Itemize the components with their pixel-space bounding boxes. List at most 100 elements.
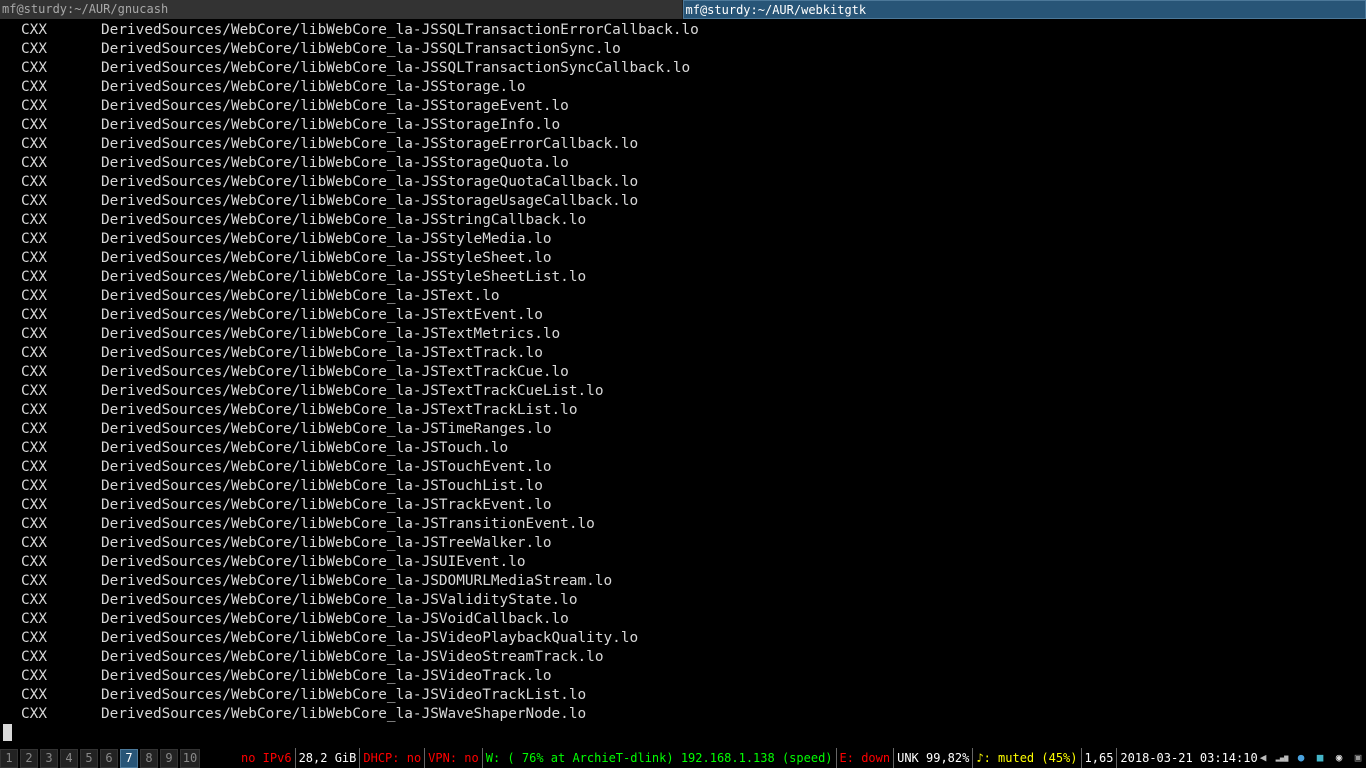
terminal-line: CXX DerivedSources/WebCore/libWebCore_la-… (0, 287, 699, 306)
build-step-tag: CXX (21, 516, 47, 532)
workspace-button-10[interactable]: 10 (180, 749, 200, 768)
app-tray-icon[interactable]: ■ (1312, 750, 1328, 766)
window-tab-webkitgtk[interactable]: mf@sturdy:~/AUR/webkitgtk (682, 0, 1366, 19)
build-output-path: DerivedSources/WebCore/libWebCore_la-JSS… (101, 98, 569, 114)
terminal-line: CXX DerivedSources/WebCore/libWebCore_la-… (0, 382, 699, 401)
build-output-path: DerivedSources/WebCore/libWebCore_la-JSS… (101, 155, 569, 171)
terminal-line: CXX DerivedSources/WebCore/libWebCore_la-… (0, 591, 699, 610)
build-output-path: DerivedSources/WebCore/libWebCore_la-JSV… (101, 687, 587, 703)
terminal-line: CXX DerivedSources/WebCore/libWebCore_la-… (0, 249, 699, 268)
dhcp-status: DHCP: no (360, 748, 426, 768)
status-bar: 1 2 3 4 5 6 7 8 9 10 no IPv6 28,2 GiB DHCP: no VP… (0, 748, 1366, 768)
terminal-line: CXX DerivedSources/WebCore/libWebCore_la-… (0, 477, 699, 496)
terminal-line: CXX DerivedSources/WebCore/libWebCore_la-… (0, 344, 699, 363)
terminal-line: CXX DerivedSources/WebCore/libWebCore_la-… (0, 610, 699, 629)
workspace-button-4[interactable]: 4 (60, 749, 78, 768)
volume-tray-icon[interactable]: ◀ (1255, 750, 1271, 766)
build-output-path: DerivedSources/WebCore/libWebCore_la-JST… (101, 535, 552, 551)
workspace-button-8[interactable]: 8 (140, 749, 158, 768)
build-step-tag: CXX (21, 41, 47, 57)
build-output-path: DerivedSources/WebCore/libWebCore_la-JST… (101, 497, 552, 513)
build-step-tag: CXX (21, 60, 47, 76)
build-output-path: DerivedSources/WebCore/libWebCore_la-JSV… (101, 649, 604, 665)
terminal-line: CXX DerivedSources/WebCore/libWebCore_la-… (0, 401, 699, 420)
build-output-path: DerivedSources/WebCore/libWebCore_la-JSV… (101, 668, 552, 684)
terminal-line: CXX DerivedSources/WebCore/libWebCore_la-… (0, 363, 699, 382)
terminal-line: CXX DerivedSources/WebCore/libWebCore_la-… (0, 515, 699, 534)
build-step-tag: CXX (21, 288, 47, 304)
build-output-path: DerivedSources/WebCore/libWebCore_la-JST… (101, 421, 552, 437)
build-step-tag: CXX (21, 706, 47, 722)
workspace-button-1[interactable]: 1 (0, 749, 18, 768)
terminal-line: CXX DerivedSources/WebCore/libWebCore_la-… (0, 667, 699, 686)
terminal-line: CXX DerivedSources/WebCore/libWebCore_la-… (0, 705, 699, 724)
terminal-line: CXX DerivedSources/WebCore/libWebCore_la-… (0, 553, 699, 572)
terminal-line: CXX DerivedSources/WebCore/libWebCore_la-… (0, 686, 699, 705)
terminal-line: CXX DerivedSources/WebCore/libWebCore_la-… (0, 78, 699, 97)
build-output-path: DerivedSources/WebCore/libWebCore_la-JST… (101, 440, 509, 456)
workspace-button-3[interactable]: 3 (40, 749, 58, 768)
window-tray-icon[interactable]: ▣ (1350, 750, 1366, 766)
build-output-path: DerivedSources/WebCore/libWebCore_la-JSS… (101, 22, 699, 38)
build-step-tag: CXX (21, 421, 47, 437)
status-blocks: no IPv6 28,2 GiB DHCP: no VPN: no W: ( 7… (241, 748, 1261, 768)
workspace-button-5[interactable]: 5 (80, 749, 98, 768)
terminal-line: CXX DerivedSources/WebCore/libWebCore_la-… (0, 496, 699, 515)
terminal-line: CXX DerivedSources/WebCore/libWebCore_la-… (0, 211, 699, 230)
workspace-button-9[interactable]: 9 (160, 749, 178, 768)
build-step-tag: CXX (21, 345, 47, 361)
build-step-tag: CXX (21, 193, 47, 209)
build-output-path: DerivedSources/WebCore/libWebCore_la-JSS… (101, 231, 552, 247)
build-step-tag: CXX (21, 497, 47, 513)
window-tab-label: mf@sturdy:~/AUR/gnucash (2, 2, 169, 16)
terminal-line: CXX DerivedSources/WebCore/libWebCore_la-… (0, 648, 699, 667)
build-step-tag: CXX (21, 174, 47, 190)
terminal-line: CXX DerivedSources/WebCore/libWebCore_la-… (0, 629, 699, 648)
build-output-path: DerivedSources/WebCore/libWebCore_la-JSS… (101, 117, 561, 133)
build-step-tag: CXX (21, 250, 47, 266)
datetime-status: 2018-03-21 03:14:10 (1120, 751, 1258, 765)
workspace-button-2[interactable]: 2 (20, 749, 38, 768)
build-output-path: DerivedSources/WebCore/libWebCore_la-JSV… (101, 592, 578, 608)
workspace-list: 1 2 3 4 5 6 7 8 9 10 (0, 749, 202, 768)
system-tray: ◀ ▂▄▆ ● ■ ◉ ▣ (1252, 750, 1366, 766)
build-step-tag: CXX (21, 440, 47, 456)
build-step-tag: CXX (21, 649, 47, 665)
discord-tray-icon[interactable]: ◉ (1331, 750, 1347, 766)
build-step-tag: CXX (21, 79, 47, 95)
build-step-tag: CXX (21, 668, 47, 684)
build-output-path: DerivedSources/WebCore/libWebCore_la-JSD… (101, 573, 613, 589)
build-output-path: DerivedSources/WebCore/libWebCore_la-JSV… (101, 630, 639, 646)
ethernet-status: E: down (837, 748, 895, 768)
terminal-output[interactable]: CXX DerivedSources/WebCore/libWebCore_la-… (0, 21, 1366, 745)
build-step-tag: CXX (21, 535, 47, 551)
build-output-path: DerivedSources/WebCore/libWebCore_la-JST… (101, 364, 569, 380)
network-signal-tray-icon[interactable]: ▂▄▆ (1274, 750, 1290, 766)
build-output-path: DerivedSources/WebCore/libWebCore_la-JST… (101, 345, 543, 361)
ipv6-status: no IPv6 (241, 748, 296, 768)
terminal-lines: CXX DerivedSources/WebCore/libWebCore_la-… (0, 21, 699, 724)
terminal-line: CXX DerivedSources/WebCore/libWebCore_la-… (0, 572, 699, 591)
terminal-line: CXX DerivedSources/WebCore/libWebCore_la-… (0, 420, 699, 439)
workspace-button-7[interactable]: 7 (120, 749, 138, 768)
build-step-tag: CXX (21, 307, 47, 323)
terminal-line: CXX DerivedSources/WebCore/libWebCore_la-… (0, 116, 699, 135)
workspace-button-6[interactable]: 6 (100, 749, 118, 768)
build-step-tag: CXX (21, 459, 47, 475)
build-step-tag: CXX (21, 611, 47, 627)
terminal-line: CXX DerivedSources/WebCore/libWebCore_la-… (0, 97, 699, 116)
build-step-tag: CXX (21, 478, 47, 494)
build-output-path: DerivedSources/WebCore/libWebCore_la-JSS… (101, 60, 691, 76)
build-output-path: DerivedSources/WebCore/libWebCore_la-JST… (101, 402, 578, 418)
window-tab-gnucash[interactable]: mf@sturdy:~/AUR/gnucash (0, 0, 683, 19)
volume-status: ♪: muted (45%) (973, 748, 1082, 768)
battery-status: UNK 99,82% (894, 748, 974, 768)
update-tray-icon[interactable]: ● (1293, 750, 1309, 766)
terminal-line: CXX DerivedSources/WebCore/libWebCore_la-… (0, 154, 699, 173)
build-output-path: DerivedSources/WebCore/libWebCore_la-JST… (101, 459, 552, 475)
window-tab-label: mf@sturdy:~/AUR/webkitgtk (685, 3, 867, 17)
build-output-path: DerivedSources/WebCore/libWebCore_la-JSS… (101, 41, 621, 57)
terminal-line: CXX DerivedSources/WebCore/libWebCore_la-… (0, 325, 699, 344)
build-output-path: DerivedSources/WebCore/libWebCore_la-JST… (101, 307, 543, 323)
terminal-cursor (3, 724, 12, 741)
